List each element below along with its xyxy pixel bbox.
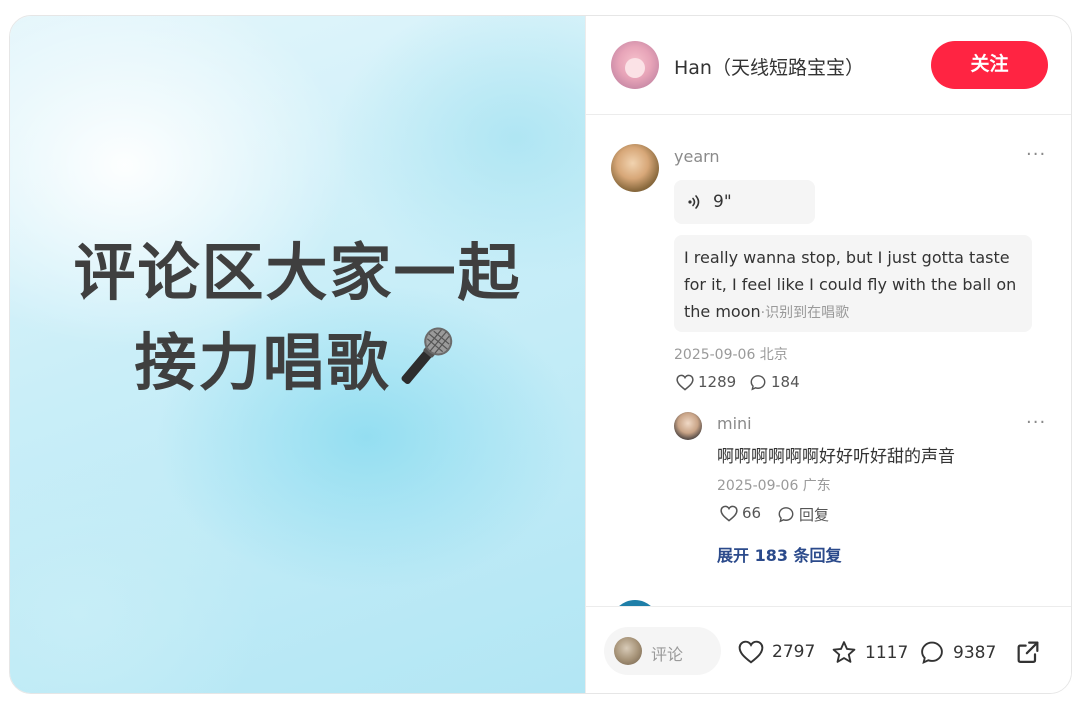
transcript-text: I really wanna stop, but I just gotta ta… — [684, 248, 1017, 321]
voice-wave-icon — [688, 195, 700, 209]
collect-button[interactable]: 1117 — [831, 640, 908, 665]
comment-meta: 2025-09-06 北京 — [674, 347, 788, 363]
more-dots-icon[interactable]: ··· — [1026, 412, 1046, 433]
comment-bubble-icon — [750, 374, 766, 390]
voice-duration: 9" — [713, 192, 732, 212]
image-caption-line2-text: 接力唱歌 — [134, 326, 391, 399]
like-count: 2797 — [772, 642, 816, 662]
reply-meta: 2025-09-06 广东 — [717, 478, 831, 494]
comment-input-placeholder: 评论 — [651, 645, 684, 664]
image-caption-line1: 评论区大家一起 — [73, 236, 522, 309]
note-card: 评论区大家一起 接力唱歌 Han（天线短路宝宝） 关注 yearn ··· 9"… — [9, 15, 1072, 694]
note-image[interactable]: 评论区大家一起 接力唱歌 — [10, 16, 585, 693]
comment-avatar[interactable] — [611, 144, 659, 192]
author-avatar[interactable] — [611, 41, 659, 89]
author-header: Han（天线短路宝宝） 关注 — [586, 16, 1071, 115]
more-dots-icon[interactable]: ··· — [1026, 144, 1046, 165]
comment-input[interactable]: 评论 — [604, 627, 721, 675]
star-icon — [832, 641, 856, 663]
follow-button[interactable]: 关注 — [931, 41, 1048, 89]
voice-transcript: I really wanna stop, but I just gotta ta… — [674, 235, 1032, 332]
comment-username[interactable]: yearn — [674, 147, 720, 166]
comment-like-count: 1289 — [698, 373, 737, 391]
expand-replies-link[interactable]: 展开 183 条回复 — [717, 542, 842, 566]
comment-count-button[interactable]: 9387 — [919, 640, 996, 665]
my-avatar — [614, 637, 642, 665]
heart-icon — [676, 374, 694, 391]
comment-count: 9387 — [953, 642, 997, 663]
reply-text: 啊啊啊啊啊啊好好听好甜的声音 — [717, 447, 955, 467]
reply-avatar[interactable] — [674, 412, 702, 440]
recognized-label: ·识别到在唱歌 — [760, 305, 850, 321]
comment-bubble-icon — [921, 641, 943, 665]
detail-panel: Han（天线短路宝宝） 关注 yearn ··· 9" I really wan… — [585, 16, 1071, 693]
microphone-icon — [401, 327, 452, 385]
reply-like-count: 66 — [742, 504, 762, 522]
author-name[interactable]: Han（天线短路宝宝） — [674, 53, 864, 80]
comment-reply-count: 184 — [771, 373, 800, 391]
heart-icon — [738, 640, 764, 664]
engagement-bar: 评论 2797 1117 9387 — [586, 606, 1071, 693]
reply-like-button[interactable]: 66 — [720, 504, 761, 522]
heart-icon — [720, 505, 738, 522]
comment-like-button[interactable]: 1289 — [676, 373, 736, 391]
comment-bubble-icon — [778, 507, 794, 523]
comment-reply-count-button[interactable]: 184 — [749, 373, 800, 391]
like-button[interactable]: 2797 — [738, 640, 815, 664]
share-icon[interactable] — [1014, 638, 1042, 666]
voice-message[interactable]: 9" — [674, 180, 815, 224]
reply-username[interactable]: mini — [717, 414, 752, 433]
reply-button-label: 回复 — [799, 506, 830, 524]
reply-button[interactable]: 回复 — [777, 504, 829, 525]
collect-count: 1117 — [865, 642, 909, 663]
comment-list[interactable]: yearn ··· 9" I really wanna stop, but I … — [586, 116, 1071, 606]
image-caption-line2: 接力唱歌 — [10, 312, 585, 402]
